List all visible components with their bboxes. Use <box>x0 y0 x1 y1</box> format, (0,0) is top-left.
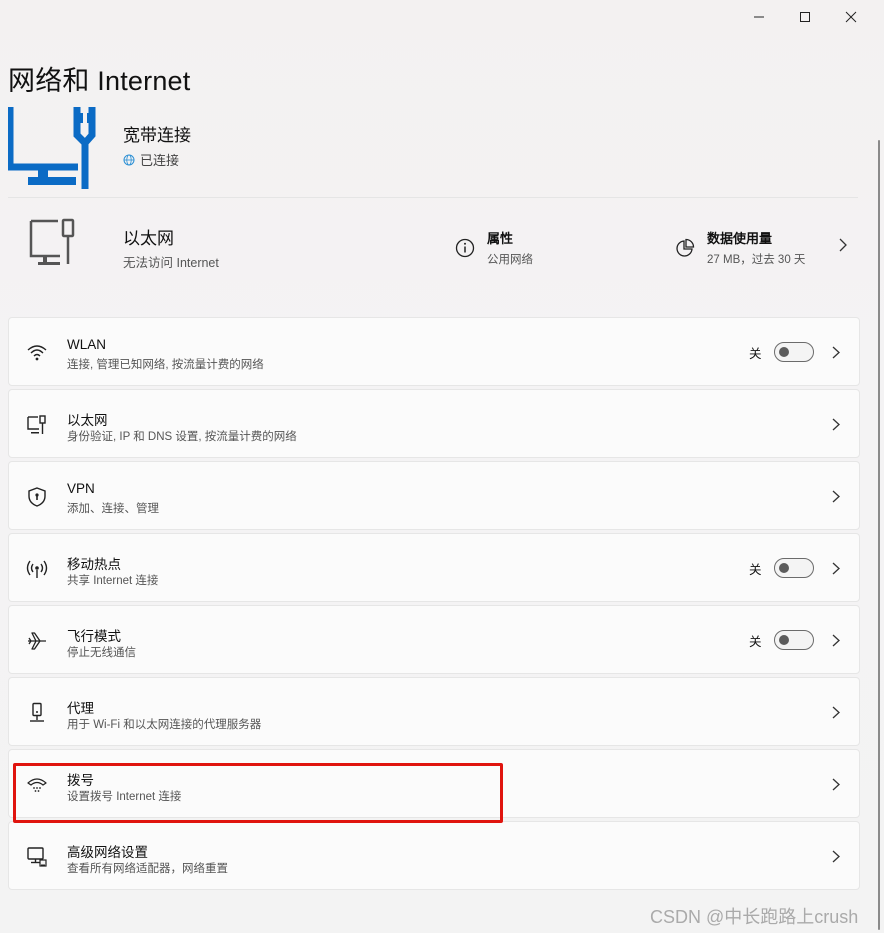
data-usage-title: 数据使用量 <box>707 231 773 246</box>
row-subtitle: 查看所有网络适配器，网络重置 <box>67 863 228 875</box>
maximize-icon <box>800 12 810 22</box>
settings-row-hotspot[interactable]: 移动热点 共享 Internet 连接 关 <box>8 533 860 602</box>
chevron-right-icon <box>832 562 840 575</box>
row-subtitle: 添加、连接、管理 <box>67 503 159 515</box>
minimize-icon <box>754 16 764 18</box>
chevron-right-icon <box>832 418 840 431</box>
chevron-right-icon <box>832 346 840 359</box>
properties-link[interactable]: 属性 公用网络 <box>455 228 533 267</box>
pie-chart-icon <box>676 238 695 257</box>
airplane-toggle[interactable]: 关 <box>749 630 814 650</box>
wlan-toggle[interactable]: 关 <box>749 342 814 362</box>
info-icon <box>455 238 475 258</box>
chevron-right-icon <box>832 490 840 503</box>
hotspot-toggle[interactable]: 关 <box>749 558 814 578</box>
hero-title: 宽带连接 <box>123 126 191 145</box>
data-usage-link[interactable]: 数据使用量 27 MB，过去 30 天 <box>675 228 805 267</box>
ethernet-summary-card[interactable]: 以太网 无法访问 Internet 属性 公用网络 数据使用量 27 MB，过去… <box>8 198 858 288</box>
settings-row-wlan[interactable]: WLAN 连接, 管理已知网络, 按流量计费的网络 关 <box>8 317 860 386</box>
row-title: 飞行模式 <box>67 629 121 644</box>
hero-status: 已连接 <box>123 150 179 169</box>
wifi-icon <box>27 345 47 361</box>
properties-subtitle: 公用网络 <box>487 254 533 266</box>
globe-icon <box>123 154 135 165</box>
row-title: 代理 <box>67 701 94 716</box>
row-subtitle: 共享 Internet 连接 <box>67 575 159 587</box>
row-subtitle: 连接, 管理已知网络, 按流量计费的网络 <box>67 359 264 371</box>
row-title: WLAN <box>67 337 107 352</box>
properties-title: 属性 <box>487 231 514 246</box>
settings-row-proxy[interactable]: 代理 用于 Wi-Fi 和以太网连接的代理服务器 <box>8 677 860 746</box>
toggle-knob <box>778 635 789 645</box>
ethernet-icon <box>27 415 46 434</box>
settings-row-ethernet[interactable]: 以太网 身份验证, IP 和 DNS 设置, 按流量计费的网络 <box>8 389 860 458</box>
row-title: VPN <box>67 481 95 496</box>
data-usage-subtitle: 27 MB，过去 30 天 <box>707 254 806 266</box>
settings-row-vpn[interactable]: VPN 添加、连接、管理 <box>8 461 860 530</box>
shield-icon <box>28 487 46 507</box>
toggle-switch[interactable] <box>773 630 814 650</box>
chevron-right-icon <box>832 634 840 647</box>
hotspot-icon <box>26 560 48 578</box>
close-button[interactable] <box>828 6 874 28</box>
network-monitor-icon <box>8 107 96 189</box>
scrollbar[interactable] <box>878 140 880 930</box>
row-subtitle: 用于 Wi-Fi 和以太网连接的代理服务器 <box>67 719 262 731</box>
row-subtitle: 停止无线通信 <box>67 647 136 659</box>
row-title: 高级网络设置 <box>67 845 148 860</box>
chevron-right-icon[interactable] <box>838 238 848 252</box>
highlight-annotation <box>13 763 503 823</box>
ethernet-monitor-icon <box>29 218 75 265</box>
maximize-button[interactable] <box>782 6 828 28</box>
settings-row-airplane[interactable]: 飞行模式 停止无线通信 关 <box>8 605 860 674</box>
chevron-right-icon <box>832 850 840 863</box>
page-title: 网络和 Internet <box>8 66 191 96</box>
toggle-label: 关 <box>749 346 762 361</box>
airplane-icon <box>28 632 46 650</box>
row-subtitle: 身份验证, IP 和 DNS 设置, 按流量计费的网络 <box>67 431 297 443</box>
toggle-label: 关 <box>749 562 762 577</box>
minimize-button[interactable] <box>736 6 782 28</box>
toggle-switch[interactable] <box>773 342 814 362</box>
watermark: CSDN @中长跑路上crush <box>650 907 859 927</box>
ethernet-title: 以太网 <box>123 229 174 248</box>
settings-row-advanced[interactable]: 高级网络设置 查看所有网络适配器，网络重置 <box>8 821 860 890</box>
chevron-right-icon <box>832 778 840 791</box>
close-icon <box>845 11 857 23</box>
toggle-label: 关 <box>749 634 762 649</box>
ethernet-subtitle: 无法访问 Internet <box>123 256 219 270</box>
row-title: 移动热点 <box>67 557 121 572</box>
hero-connection: 宽带连接 已连接 <box>8 107 858 197</box>
chevron-right-icon <box>832 706 840 719</box>
row-title: 以太网 <box>67 413 108 428</box>
window-controls <box>736 6 874 28</box>
advanced-network-icon <box>27 847 47 867</box>
hero-status-text: 已连接 <box>140 153 180 168</box>
toggle-knob <box>778 347 789 357</box>
toggle-knob <box>778 563 789 573</box>
proxy-icon <box>30 702 44 722</box>
toggle-switch[interactable] <box>773 558 814 578</box>
